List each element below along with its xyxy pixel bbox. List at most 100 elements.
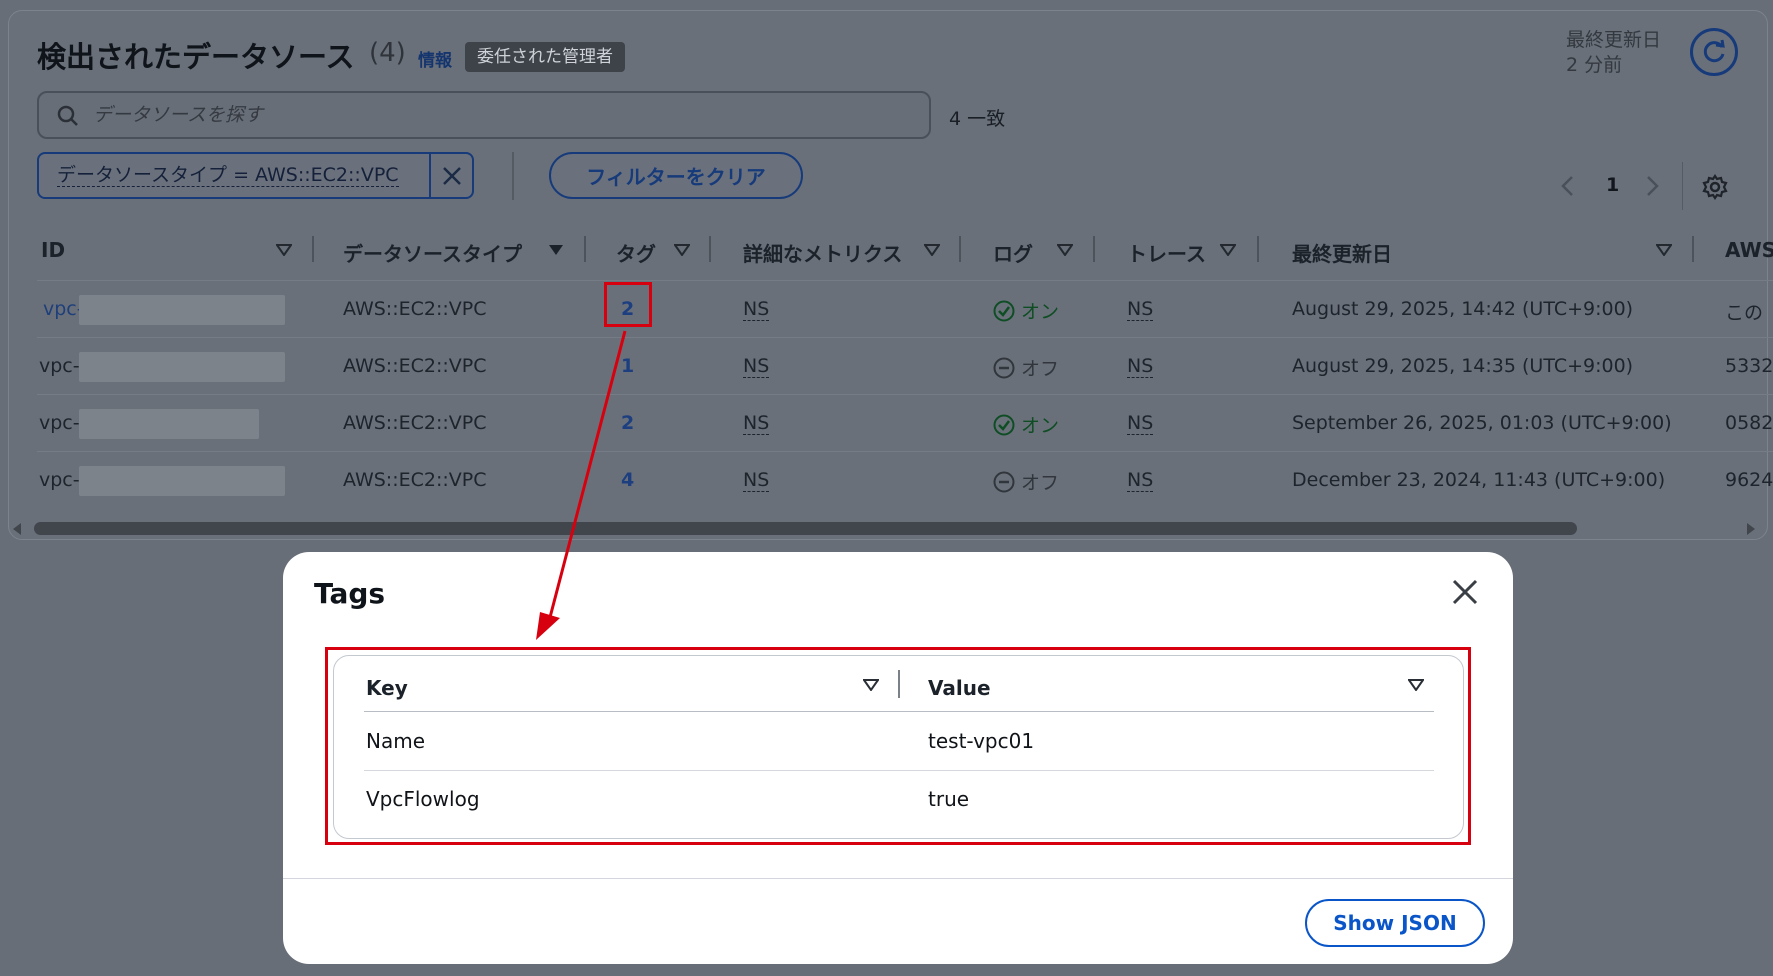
chevron-left-icon[interactable] <box>1560 175 1574 197</box>
data-source-count: (4) <box>369 38 406 68</box>
row-trace[interactable]: NS <box>1127 355 1154 378</box>
row-id-link[interactable]: vpc- <box>43 298 84 320</box>
redacted-id <box>79 466 285 496</box>
row-id-link[interactable]: vpc- <box>39 412 80 434</box>
row-aws: 5332 <box>1725 355 1773 377</box>
column-header-aws[interactable]: AWS <box>1725 238 1773 262</box>
log-status-label: オフ <box>1021 472 1060 494</box>
scroll-left-icon[interactable] <box>12 522 22 536</box>
column-header-id[interactable]: ID <box>41 238 65 262</box>
row-last-updated: December 23, 2024, 11:43 (UTC+9:00) <box>1292 469 1666 491</box>
column-resizer[interactable] <box>1257 236 1259 262</box>
row-last-updated: August 29, 2025, 14:42 (UTC+9:00) <box>1292 298 1634 320</box>
remove-filter-button[interactable] <box>431 154 472 197</box>
table-row[interactable]: vpc- AWS::EC2::VPC 2 NS オン NS August 29,… <box>37 280 1773 337</box>
log-status: オン <box>993 411 1059 438</box>
row-tags-link[interactable]: 4 <box>621 469 634 491</box>
tags-table-highlight <box>325 647 1471 845</box>
last-updated: 最終更新日 2 分前 <box>1566 28 1661 78</box>
info-link[interactable]: 情報 <box>418 46 452 71</box>
chevron-right-icon[interactable] <box>1646 175 1660 197</box>
row-last-updated: September 26, 2025, 01:03 (UTC+9:00) <box>1292 412 1672 434</box>
column-header-last-updated[interactable]: 最終更新日 <box>1292 238 1392 267</box>
log-status: オン <box>993 297 1059 324</box>
log-status-label: オフ <box>1021 358 1060 380</box>
sort-icon[interactable] <box>674 244 690 256</box>
tag-count-highlight <box>604 282 652 327</box>
delegated-admin-badge: 委任された管理者 <box>465 42 625 72</box>
column-resizer[interactable] <box>709 236 711 262</box>
filter-token-label[interactable]: データソースタイプ = AWS::EC2::VPC <box>39 154 431 197</box>
last-updated-label: 最終更新日 <box>1566 29 1662 51</box>
column-header-metrics[interactable]: 詳細なメトリクス <box>743 238 902 267</box>
row-id-link[interactable]: vpc- <box>39 469 80 491</box>
column-resizer[interactable] <box>1093 236 1095 262</box>
search-icon <box>57 105 78 126</box>
log-status-label: オン <box>1021 301 1060 323</box>
row-metrics[interactable]: NS <box>743 355 770 378</box>
row-last-updated: August 29, 2025, 14:35 (UTC+9:00) <box>1292 355 1634 377</box>
redacted-id <box>79 295 285 325</box>
filter-token[interactable]: データソースタイプ = AWS::EC2::VPC <box>37 152 474 199</box>
refresh-button[interactable] <box>1690 28 1738 76</box>
table-row[interactable]: vpc- AWS::EC2::VPC 2 NS オン NS September … <box>37 394 1773 451</box>
search-field[interactable] <box>37 91 931 139</box>
horizontal-scrollbar[interactable] <box>34 522 1577 535</box>
row-aws: 9624 <box>1725 469 1773 491</box>
column-header-tags[interactable]: タグ <box>616 238 656 267</box>
sort-icon[interactable] <box>1220 244 1236 256</box>
log-status: オフ <box>993 354 1059 381</box>
row-metrics[interactable]: NS <box>743 469 770 492</box>
check-circle-icon <box>993 414 1015 435</box>
sort-desc-icon[interactable] <box>548 244 564 256</box>
row-type: AWS::EC2::VPC <box>343 298 487 320</box>
sort-icon[interactable] <box>924 244 940 256</box>
check-circle-icon <box>993 300 1015 321</box>
row-aws: 0582 <box>1725 412 1773 434</box>
row-metrics[interactable]: NS <box>743 298 770 321</box>
row-trace[interactable]: NS <box>1127 298 1154 321</box>
modal-footer-divider <box>283 878 1513 879</box>
refresh-icon <box>1703 39 1725 63</box>
table-row[interactable]: vpc- AWS::EC2::VPC 4 NS オフ NS December 2… <box>37 451 1773 508</box>
page-title: 検出されたデータソース <box>37 40 355 74</box>
minus-circle-icon <box>993 357 1015 378</box>
data-sources-table: ID データソースタイプ タグ 詳細なメトリクス ログ トレース 最終更新日 A… <box>37 228 1773 510</box>
column-resizer[interactable] <box>1692 236 1694 262</box>
row-trace[interactable]: NS <box>1127 412 1154 435</box>
log-status: オフ <box>993 468 1059 495</box>
close-icon <box>442 166 461 185</box>
gear-icon[interactable] <box>1702 174 1728 200</box>
page-number[interactable]: 1 <box>1606 174 1619 196</box>
redacted-id <box>79 409 259 439</box>
column-resizer[interactable] <box>959 236 961 262</box>
last-updated-value: 2 分前 <box>1566 54 1623 76</box>
show-json-button[interactable]: Show JSON <box>1305 899 1485 947</box>
row-aws: この <box>1725 302 1764 324</box>
toolbar-divider <box>512 152 514 200</box>
sort-icon[interactable] <box>1057 244 1073 256</box>
column-resizer[interactable] <box>584 236 586 262</box>
tags-modal: Tags Key Value Name test-vpc01 VpcFlowlo… <box>283 552 1513 964</box>
column-header-trace[interactable]: トレース <box>1127 238 1206 267</box>
row-tags-link[interactable]: 2 <box>621 412 634 434</box>
pager-divider <box>1682 162 1683 210</box>
row-tags-link[interactable]: 1 <box>621 355 634 377</box>
clear-filters-button[interactable]: フィルターをクリア <box>549 152 803 199</box>
close-icon[interactable] <box>1451 578 1479 606</box>
table-row[interactable]: vpc- AWS::EC2::VPC 1 NS オフ NS August 29,… <box>37 337 1773 394</box>
column-header-logs[interactable]: ログ <box>993 238 1033 267</box>
minus-circle-icon <box>993 471 1015 492</box>
search-input[interactable] <box>91 101 911 129</box>
scroll-right-icon[interactable] <box>1746 522 1756 536</box>
sort-icon[interactable] <box>1656 244 1672 256</box>
column-resizer[interactable] <box>312 236 314 262</box>
sort-icon[interactable] <box>276 244 292 256</box>
row-type: AWS::EC2::VPC <box>343 355 487 377</box>
column-header-type[interactable]: データソースタイプ <box>343 238 522 267</box>
log-status-label: オン <box>1021 415 1060 437</box>
row-id-link[interactable]: vpc- <box>39 355 80 377</box>
row-trace[interactable]: NS <box>1127 469 1154 492</box>
row-type: AWS::EC2::VPC <box>343 469 487 491</box>
row-metrics[interactable]: NS <box>743 412 770 435</box>
